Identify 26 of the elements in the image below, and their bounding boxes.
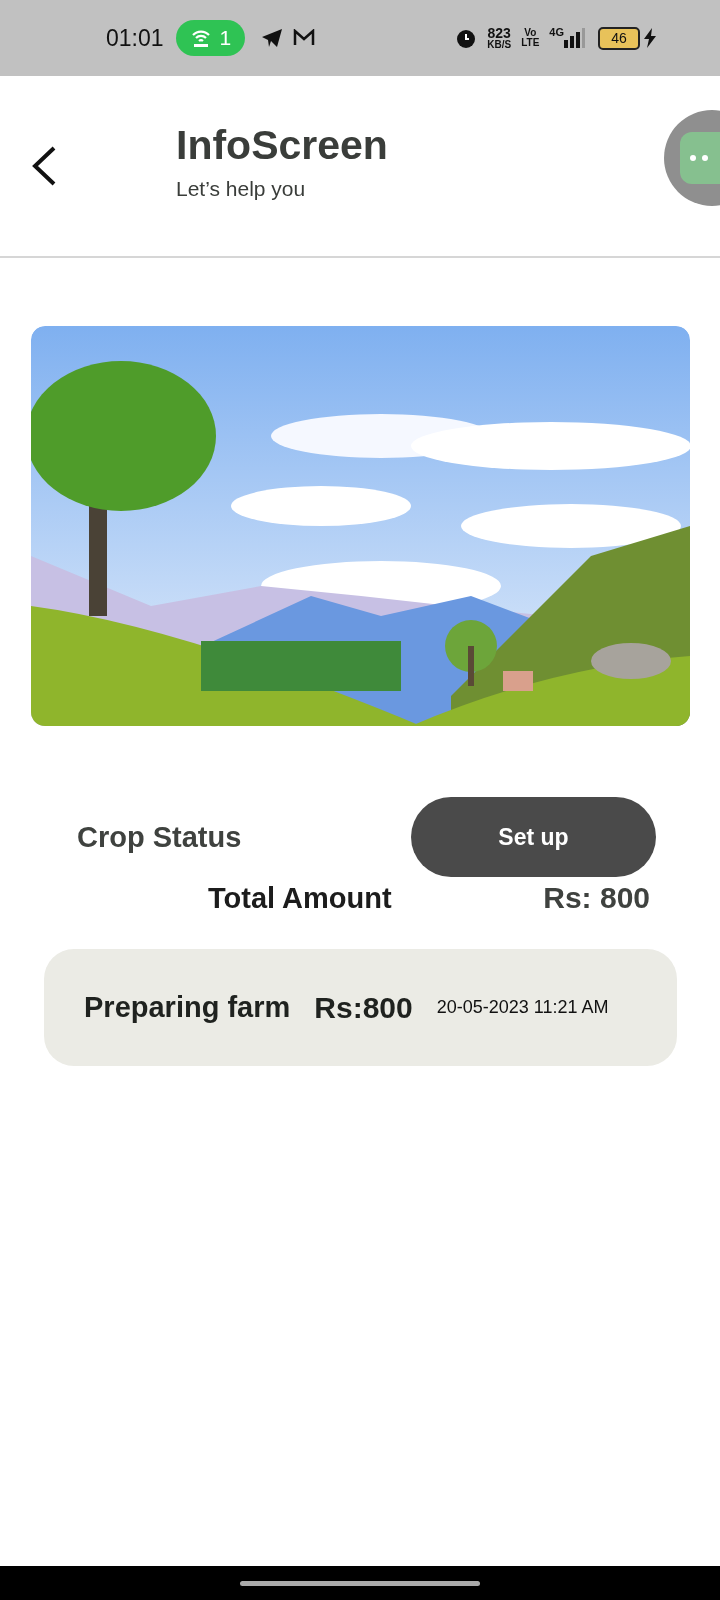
mail-icon (293, 29, 316, 47)
network-type: 4G (549, 27, 564, 38)
expense-amount: Rs:800 (314, 990, 413, 1025)
expense-datetime: 20-05-2023 11:21 AM (436, 997, 609, 1018)
crop-status-label: Crop Status (77, 820, 242, 854)
dots-icon (690, 155, 708, 161)
battery-level: 46 (598, 26, 640, 50)
alarm-clock-icon (455, 27, 478, 49)
clock-time: 01:01 (106, 24, 164, 52)
network-speed: 823 (487, 26, 511, 40)
volte-label: Vo (524, 28, 537, 38)
hotspot-count: 1 (219, 26, 232, 50)
back-icon[interactable] (30, 145, 58, 187)
setup-button[interactable]: Set up (411, 797, 656, 877)
expense-name: Preparing farm (84, 991, 291, 1024)
hotspot-icon (189, 28, 212, 48)
speed-unit: KB/S (487, 40, 512, 50)
signal-icon (564, 28, 586, 48)
paper-plane-icon (261, 28, 284, 48)
total-amount-value: Rs: 800 (543, 881, 650, 915)
screen-subtitle: Let’s help you (176, 176, 307, 201)
screen-title: InfoScreen (176, 121, 388, 169)
charging-bolt-icon (644, 28, 656, 48)
lte-label: LTE (521, 38, 540, 48)
total-amount-label: Total Amount (208, 881, 392, 915)
home-handle[interactable] (240, 1580, 480, 1586)
